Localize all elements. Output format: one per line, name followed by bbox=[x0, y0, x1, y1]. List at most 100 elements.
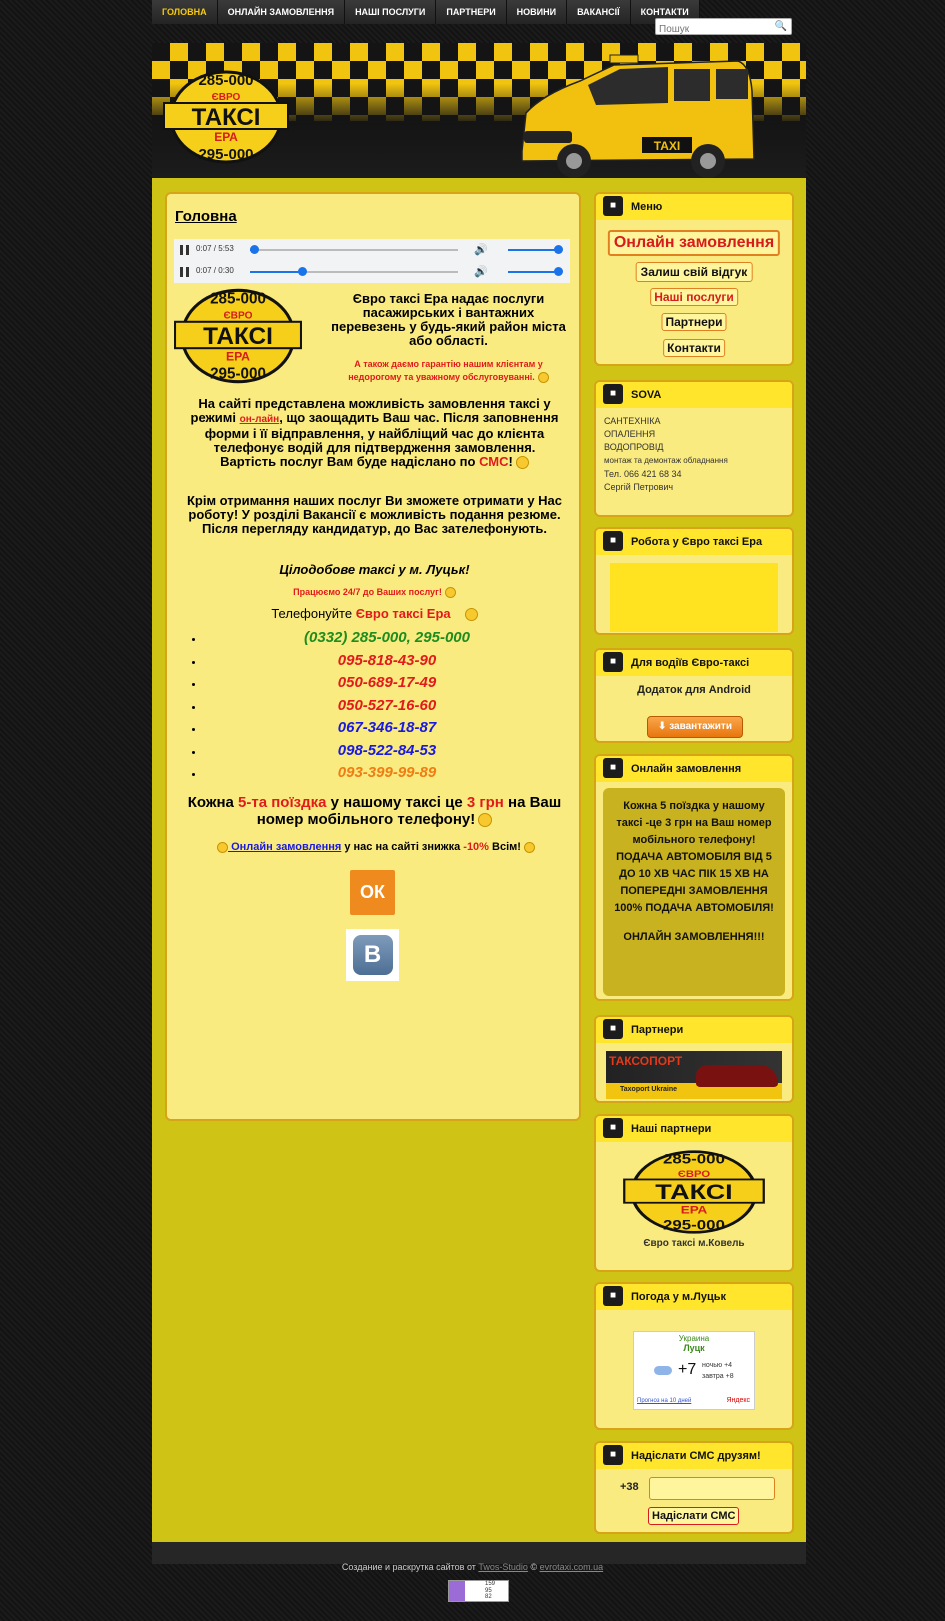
phone-list-item[interactable]: 067-346-18-87 bbox=[192, 719, 582, 742]
svg-text:ЕРА: ЕРА bbox=[681, 1204, 708, 1216]
sms-phone-input[interactable] bbox=[649, 1477, 775, 1500]
volume-slider[interactable] bbox=[508, 271, 558, 273]
guarantee-text: А також даємо гарантію нашим клієнтам у … bbox=[331, 358, 566, 384]
search-box: 🔍 bbox=[655, 18, 792, 37]
phone-list-item[interactable]: 095-818-43-90 bbox=[192, 652, 582, 675]
download-icon: ⬇ bbox=[658, 721, 667, 732]
svg-text:ЄВРО: ЄВРО bbox=[223, 311, 252, 322]
taxi-van-image: TAXI bbox=[521, 54, 755, 178]
phone-list: (0332) 285-000, 295-000 095-818-43-90 050-… bbox=[192, 629, 582, 787]
block-title: Меню bbox=[631, 201, 663, 213]
menu-partners-button[interactable]: Партнери bbox=[661, 313, 727, 331]
phone-number[interactable]: 098-522-84-53 bbox=[338, 742, 436, 759]
vacancy-paragraph: Крім отримання наших послуг Ви зможете о… bbox=[186, 493, 563, 536]
svg-text:ТАКСІ: ТАКСІ bbox=[203, 323, 273, 350]
block-title: Для водіїв Євро-таксі bbox=[631, 657, 750, 669]
phone-list-item[interactable]: 098-522-84-53 bbox=[192, 742, 582, 765]
svg-text:ЕРА: ЕРА bbox=[226, 349, 250, 363]
pause-icon[interactable] bbox=[180, 245, 189, 255]
counter-values: 159 95 82 bbox=[485, 1581, 496, 1600]
nav-item-home[interactable]: ГОЛОВНА bbox=[152, 0, 218, 24]
send-sms-button[interactable]: Надіслати СМС bbox=[648, 1507, 740, 1525]
yandex-logo: Яндекс bbox=[726, 1397, 750, 1404]
nav-item-online-order[interactable]: ОНЛАЙН ЗАМОВЛЕННЯ bbox=[217, 0, 346, 24]
search-icon[interactable]: 🔍 bbox=[775, 21, 787, 32]
odnoklassniki-icon[interactable]: ОК bbox=[350, 870, 395, 915]
working-hours-text: Працюємо 24/7 до Ваших послуг! bbox=[177, 587, 572, 599]
audio-seekbar[interactable] bbox=[250, 267, 458, 276]
bullet-icon bbox=[192, 683, 195, 686]
svg-text:285-000: 285-000 bbox=[210, 291, 266, 308]
volume-icon[interactable]: 🔊 bbox=[474, 243, 488, 256]
forecast-link[interactable]: Прогноз на 10 дней bbox=[637, 1398, 691, 1404]
menu-online-order-button[interactable]: Онлайн замовлення bbox=[607, 230, 781, 256]
studio-link[interactable]: Twos-Studio bbox=[478, 1562, 528, 1572]
pause-icon[interactable] bbox=[180, 267, 189, 277]
nav-item-news[interactable]: НОВИНИ bbox=[506, 0, 568, 24]
sova-line: монтаж та демонтаж обладнання bbox=[604, 456, 728, 465]
block-title: SOVA bbox=[631, 389, 662, 401]
phone-number[interactable]: 050-527-16-60 bbox=[338, 697, 436, 714]
sidebar-sova-block: ■ SOVA САНТЕХНІКА ОПАЛЕННЯ ВОДОПРОВІД мон… bbox=[594, 380, 794, 517]
taxi-car-icon: ■ bbox=[603, 531, 623, 551]
phone-list-item[interactable]: (0332) 285-000, 295-000 bbox=[192, 629, 582, 652]
kovel-caption: Євро таксі м.Ковель bbox=[643, 1238, 745, 1249]
kovel-taxi-logo[interactable]: 285-000 ЄВРО ТАКСІ ЕРА 295-000 bbox=[622, 1149, 766, 1235]
nav-item-vacancies[interactable]: ВАКАНСІЇ bbox=[567, 0, 631, 24]
sova-contact-name: Сергій Петрович bbox=[604, 482, 674, 492]
volume-icon[interactable]: 🔊 bbox=[474, 265, 488, 278]
sidebar-partners-block: ■ Партнери ТАКСОПОРТ Taxoport Ukraine bbox=[594, 1015, 794, 1103]
audio-seekbar[interactable] bbox=[250, 245, 458, 254]
logo-word-era: ЕРА bbox=[214, 130, 238, 144]
menu-services-button[interactable]: Наші послуги bbox=[650, 288, 738, 306]
sova-line: ВОДОПРОВІД bbox=[604, 442, 664, 452]
wink-icon bbox=[515, 456, 529, 470]
wink-icon bbox=[478, 813, 493, 828]
phone-number[interactable]: 093-399-99-89 bbox=[338, 764, 436, 781]
phone-number[interactable]: 050-689-17-49 bbox=[338, 674, 436, 691]
phone-number[interactable]: 095-818-43-90 bbox=[338, 652, 436, 669]
work-banner[interactable] bbox=[610, 563, 778, 632]
phone-prefix: +38 bbox=[620, 1481, 639, 1493]
menu-contacts-button[interactable]: Контакти bbox=[663, 339, 725, 357]
nav-item-services[interactable]: НАШІ ПОСЛУГИ bbox=[345, 0, 437, 24]
phone-number[interactable]: 067-346-18-87 bbox=[338, 719, 436, 736]
phone-list-item[interactable]: 050-689-17-49 bbox=[192, 674, 582, 697]
copyright-text: Создание и раскрутка сайтов от Twos-Stud… bbox=[341, 1562, 604, 1572]
search-input[interactable] bbox=[656, 22, 772, 37]
logo-word-euro: ЄВРО bbox=[212, 92, 241, 103]
sidebar-order-block: ■ Онлайн замовлення Кожна 5 поїздка у наш… bbox=[594, 754, 794, 1001]
nav-item-partners[interactable]: ПАРТНЕРИ bbox=[436, 0, 507, 24]
sova-line: ОПАЛЕННЯ bbox=[604, 429, 656, 439]
audio-time: 0:07 / 5:53 bbox=[196, 244, 234, 253]
site-link[interactable]: evrotaxi.com.ua bbox=[540, 1562, 604, 1572]
bullet-icon bbox=[192, 638, 195, 641]
wink-icon bbox=[464, 608, 478, 622]
taxi-car-icon: ■ bbox=[603, 652, 623, 672]
phone-list-item[interactable]: 050-527-16-60 bbox=[192, 697, 582, 720]
visit-counter[interactable]: 159 95 82 bbox=[448, 1580, 509, 1602]
van-taxi-label: TAXI bbox=[654, 139, 680, 153]
smile-icon bbox=[217, 841, 229, 853]
sidebar-menu-block: ■ Меню Онлайн замовлення Залиш свій відгу… bbox=[594, 192, 794, 366]
taxoport-banner[interactable]: ТАКСОПОРТ Taxoport Ukraine bbox=[606, 1051, 782, 1099]
phone-list-item[interactable]: 093-399-99-89 bbox=[192, 764, 582, 787]
logo-word-taxi: ТАКСІ bbox=[192, 104, 261, 131]
menu-feedback-button[interactable]: Залиш свій відгук bbox=[635, 262, 753, 282]
online-link[interactable]: он-лайн bbox=[240, 414, 280, 425]
vkontakte-icon[interactable]: В bbox=[346, 929, 399, 981]
header-banner: 285-000 ЄВРО ТАКСІ ЕРА 295-000 TAXI bbox=[152, 43, 806, 178]
call-us-text: Телефонуйте Євро таксі Ера bbox=[177, 606, 572, 622]
phone-number[interactable]: (0332) 285-000, 295-000 bbox=[304, 629, 470, 646]
site-logo[interactable]: 285-000 ЄВРО ТАКСІ ЕРА 295-000 bbox=[162, 69, 290, 165]
online-order-link[interactable]: Онлайн замовлення bbox=[228, 841, 341, 853]
volume-slider[interactable] bbox=[508, 249, 558, 251]
block-title: Онлайн замовлення bbox=[631, 763, 742, 775]
bullet-icon bbox=[192, 660, 195, 664]
audio-player-2: 0:07 / 0:30 🔊 bbox=[174, 261, 570, 283]
download-button[interactable]: ⬇ завантажити bbox=[647, 716, 743, 738]
order-cta[interactable]: ОНЛАЙН ЗАМОВЛЕННЯ!!! bbox=[611, 929, 777, 946]
sova-phone: Тел. 066 421 68 34 bbox=[604, 469, 682, 479]
sidebar-our-partners-block: ■ Наші партнери 285-000 ЄВРО ТАКСІ ЕРА 29… bbox=[594, 1114, 794, 1272]
weather-widget[interactable]: Украина Луцк +7 ночью +4 завтра +8 Прогн… bbox=[633, 1331, 755, 1410]
